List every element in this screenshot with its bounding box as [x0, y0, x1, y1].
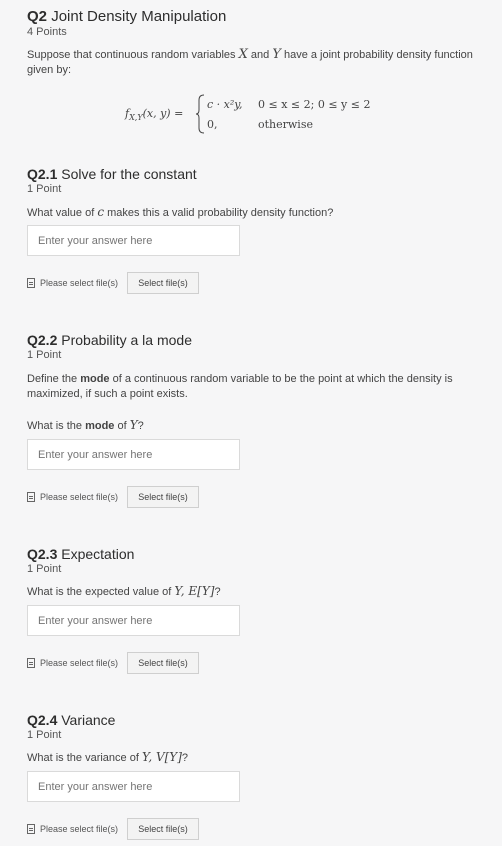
file-label: Please select file(s)	[40, 278, 119, 288]
file-upload-row: Please select file(s) Select file(s)	[27, 272, 200, 294]
file-upload-row: Please select file(s) Select file(s)	[27, 652, 200, 674]
formula-brace	[196, 94, 205, 134]
file-label: Please select file(s)	[40, 492, 119, 502]
formula-case2-expr: 0,	[207, 118, 218, 131]
question-points: 4 Points	[27, 26, 67, 38]
subquestion-prompt: What value of c makes this a valid proba…	[27, 205, 334, 219]
select-files-button[interactable]: Select file(s)	[127, 818, 200, 840]
file-icon	[27, 824, 35, 834]
file-icon	[27, 658, 35, 668]
file-icon	[27, 492, 35, 502]
formula-case1-expr: c · x²y,	[207, 98, 243, 111]
subquestion-title: Q2.4 Variance	[27, 712, 116, 728]
file-label: Please select file(s)	[40, 658, 119, 668]
subquestion-title: Q2.1 Solve for the constant	[27, 166, 197, 182]
answer-input-q2-4[interactable]	[27, 771, 240, 802]
answer-input-q2-2[interactable]	[27, 439, 240, 470]
subquestion-title: Q2.2 Probability a la mode	[27, 332, 192, 348]
mode-definition: Define the mode of a continuous random v…	[27, 373, 453, 400]
formula-case2-cond: otherwise	[258, 118, 313, 131]
file-upload-row: Please select file(s) Select file(s)	[27, 818, 200, 840]
question-title-text: Joint Density Manipulation	[51, 8, 227, 25]
formula-case1-cond: 0 ≤ x ≤ 2; 0 ≤ y ≤ 2	[258, 98, 371, 111]
question-number: Q2	[27, 8, 48, 25]
formula-lhs: fX,Y(x, y) =	[125, 107, 184, 123]
answer-input-q2-3[interactable]	[27, 605, 240, 636]
select-files-button[interactable]: Select file(s)	[127, 486, 200, 508]
file-label: Please select file(s)	[40, 824, 119, 834]
file-upload-row: Please select file(s) Select file(s)	[27, 486, 200, 508]
subquestion-points: 1 Point	[27, 183, 62, 195]
subquestion-prompt: What is the mode of Y?	[27, 418, 144, 432]
file-icon	[27, 278, 35, 288]
subquestion-points: 1 Point	[27, 729, 62, 741]
select-files-button[interactable]: Select file(s)	[127, 272, 200, 294]
answer-input-q2-1[interactable]	[27, 225, 240, 256]
subquestion-points: 1 Point	[27, 563, 62, 575]
subquestion-title: Q2.3 Expectation	[27, 546, 135, 562]
subquestion-prompt: What is the variance of Y, V[Y]?	[27, 750, 189, 764]
subquestion-points: 1 Point	[27, 349, 62, 361]
subquestion-prompt: What is the expected value of Y, E[Y]?	[27, 584, 221, 598]
select-files-button[interactable]: Select file(s)	[127, 652, 200, 674]
question-title: Q2 Joint Density Manipulation	[27, 8, 226, 25]
question-intro: Suppose that continuous random variables…	[27, 47, 473, 76]
